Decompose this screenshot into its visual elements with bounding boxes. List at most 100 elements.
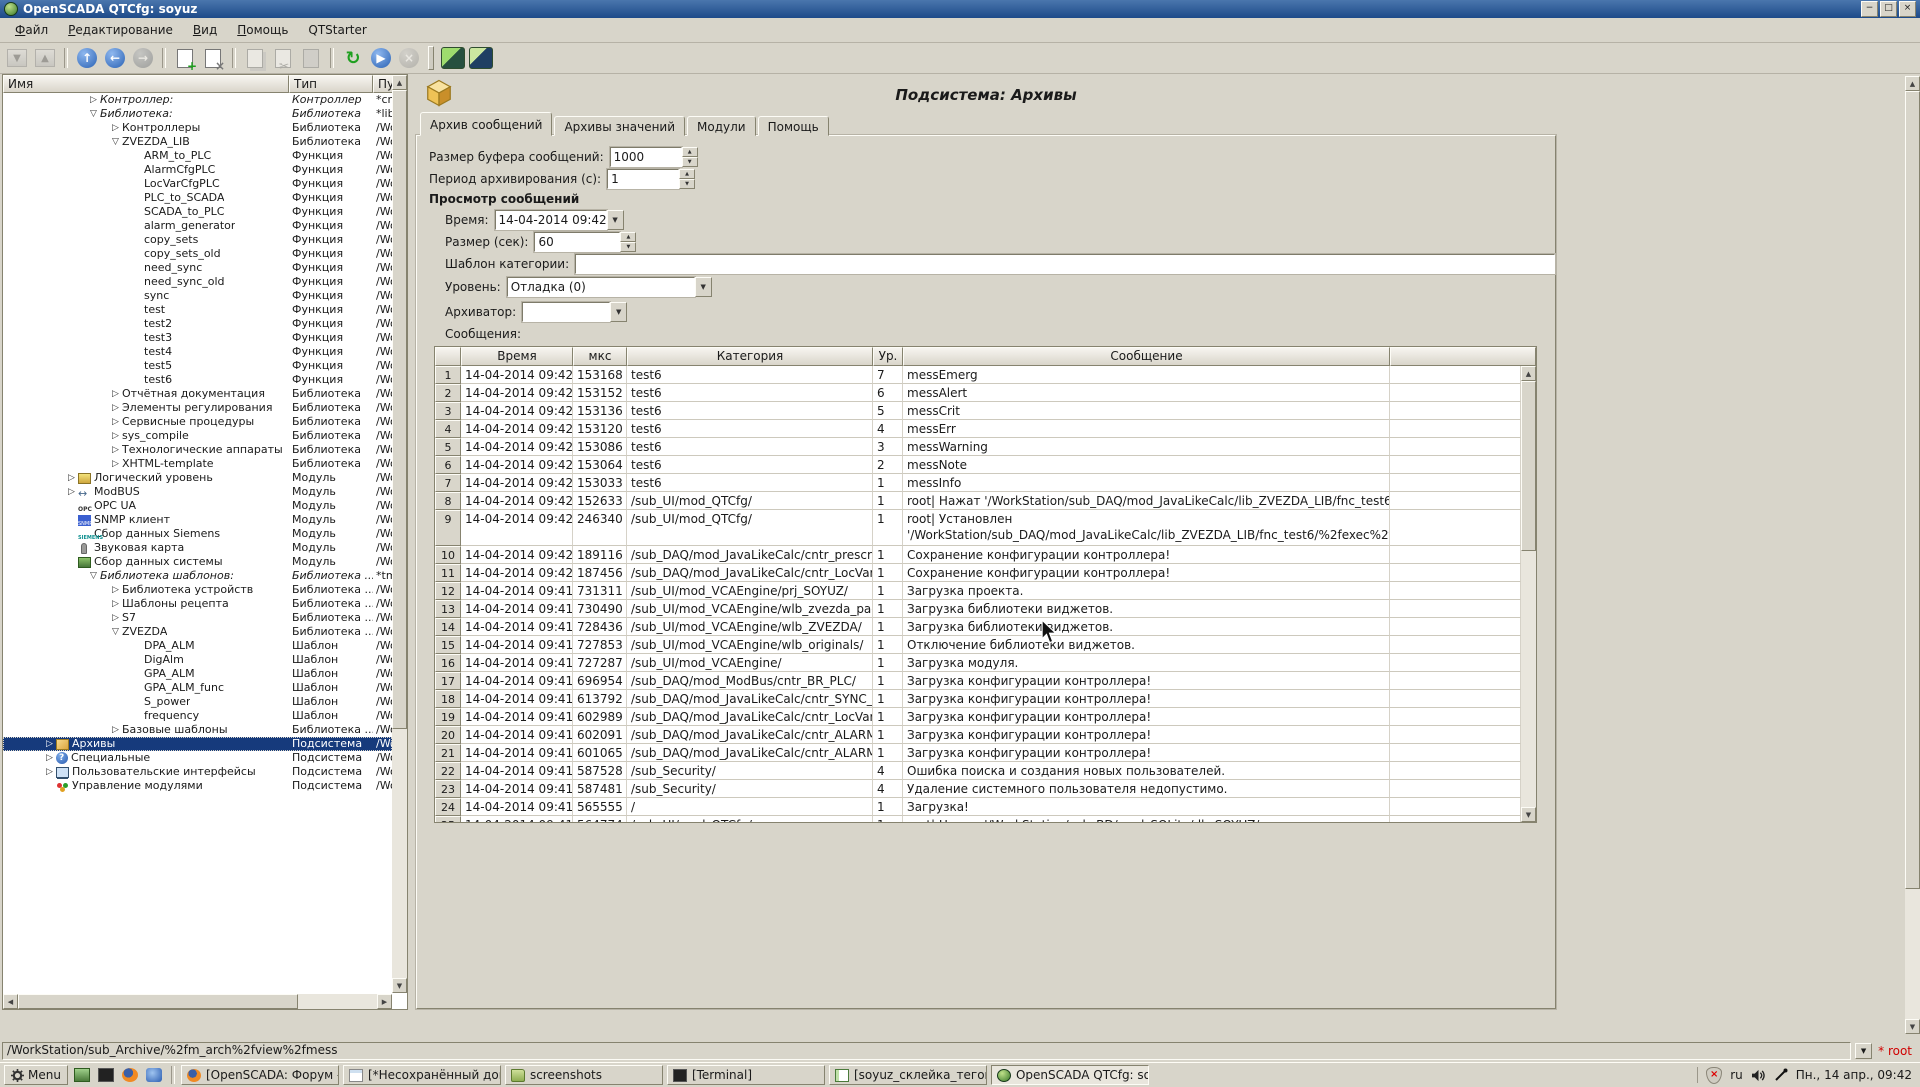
table-row[interactable]: 2314-04-2014 09:41:38587481/sub_Security… (435, 780, 1521, 798)
menu-item-qtstarter[interactable]: QTStarter (299, 20, 375, 40)
table-row[interactable]: 1514-04-2014 09:41:38727853/sub_UI/mod_V… (435, 636, 1521, 654)
table-row[interactable]: 814-04-2014 09:42:11152633/sub_UI/mod_QT… (435, 492, 1521, 510)
tree-item[interactable]: need_syncФункция/Wo (3, 261, 392, 275)
table-column-header[interactable]: Время (461, 347, 573, 366)
expand-arrow-icon[interactable]: ▷ (109, 583, 122, 597)
task-button[interactable]: screenshots (505, 1065, 663, 1085)
current-user-label[interactable]: * root (1876, 1044, 1918, 1058)
size-down-button[interactable]: ▼ (620, 242, 636, 252)
expand-arrow-icon[interactable]: ▷ (109, 401, 122, 415)
task-button[interactable]: [OpenSCADA: Форум - Мо... (181, 1065, 339, 1085)
expand-arrow-icon[interactable]: ▷ (109, 121, 122, 135)
window-titlebar[interactable]: OpenSCADA QTCfg: soyuz − □ × (0, 0, 1920, 18)
firefox-launcher[interactable] (119, 1065, 141, 1085)
tree-item[interactable]: LocVarCfgPLCФункция/Wo (3, 177, 392, 191)
up-button[interactable]: ↑ (74, 45, 100, 71)
table-scroll-down-button[interactable]: ▼ (1521, 807, 1536, 822)
table-row[interactable]: 2214-04-2014 09:41:38587528/sub_Security… (435, 762, 1521, 780)
tree-item[interactable]: ▽Библиотека шаблонов:Библиотека ...*tm (3, 569, 392, 583)
tree-item[interactable]: GPA_ALMШаблон/Wo (3, 667, 392, 681)
table-row[interactable]: 1214-04-2014 09:41:38731311/sub_UI/mod_V… (435, 582, 1521, 600)
collapse-arrow-icon[interactable]: ▽ (87, 569, 100, 583)
table-column-header[interactable]: мкс (573, 347, 627, 366)
tree-item[interactable]: OPC UAМодуль/Wo (3, 499, 392, 513)
table-row[interactable]: 214-04-2014 09:42:11153152test66messAler… (435, 384, 1521, 402)
item-remove-button[interactable]: × (200, 45, 226, 71)
page-vertical-scroll-thumb[interactable] (1905, 91, 1920, 889)
tree-item[interactable]: test3Функция/Wo (3, 331, 392, 345)
task-button[interactable]: OpenSCADA QTCfg: soyuz (991, 1065, 1149, 1085)
archiver-combobox[interactable]: ▼ (522, 302, 627, 322)
expand-arrow-icon[interactable]: ▷ (109, 443, 122, 457)
archive-period-down-button[interactable]: ▼ (679, 179, 695, 189)
close-button[interactable]: × (1899, 1, 1916, 17)
expand-arrow-icon[interactable]: ▷ (109, 611, 122, 625)
tree-item[interactable]: test2Функция/Wo (3, 317, 392, 331)
tree-item[interactable]: ARM_to_PLCФункция/Wo (3, 149, 392, 163)
tree-vertical-scrollbar[interactable] (392, 90, 407, 978)
table-row[interactable]: 2414-04-2014 09:41:38565555/1Загрузка! (435, 798, 1521, 816)
expand-arrow-icon[interactable]: ▷ (65, 485, 78, 499)
tree-scroll-left-button[interactable]: ◀ (3, 994, 18, 1009)
level-value[interactable]: Отладка (0) (507, 277, 695, 297)
tree-item[interactable]: ▽ZVEZDA_LIBБиблиотека/Wo (3, 135, 392, 149)
tree-item[interactable]: Сбор данных SiemensМодуль/Wo (3, 527, 392, 541)
tree-item[interactable]: ▷XHTML-templateБиблиотека/Wo (3, 457, 392, 471)
tree-item[interactable]: ▽Библиотека:Библиотека*lib (3, 107, 392, 121)
size-input[interactable]: 60 (534, 232, 620, 252)
tree-item[interactable]: frequencyШаблон/Wo (3, 709, 392, 723)
tree-item[interactable]: ▷СпециальныеПодсистема/Wo (3, 751, 392, 765)
tree-item[interactable]: ▷Элементы регулированияБиблиотека/Wo (3, 401, 392, 415)
table-column-header[interactable]: Сообщение (903, 347, 1390, 366)
task-button[interactable]: [Terminal] (667, 1065, 825, 1085)
tree-scroll-down-button[interactable]: ▼ (392, 978, 407, 993)
tree-column-type[interactable]: Тип (289, 75, 373, 93)
expand-arrow-icon[interactable]: ▷ (43, 751, 56, 765)
tree-item[interactable]: Сбор данных системыМодуль/Wo (3, 555, 392, 569)
category-template-input[interactable] (575, 254, 1555, 274)
buffer-size-down-button[interactable]: ▼ (682, 157, 698, 167)
minimize-button[interactable]: − (1861, 1, 1878, 17)
tree-item[interactable]: test5Функция/Wo (3, 359, 392, 373)
table-row[interactable]: 1114-04-2014 09:42:09187456/sub_DAQ/mod_… (435, 564, 1521, 582)
tab-модули[interactable]: Модули (687, 116, 756, 136)
time-dropdown-arrow-icon[interactable]: ▼ (607, 210, 624, 230)
item-add-button[interactable]: + (172, 45, 198, 71)
table-column-header[interactable]: Ур. (873, 347, 903, 366)
expand-arrow-icon[interactable]: ▷ (87, 93, 100, 107)
tree-item[interactable]: ▷Технологические аппаратыБиблиотека/Wo (3, 443, 392, 457)
tree-item[interactable]: SNMP клиентМодуль/Wo (3, 513, 392, 527)
tab-архив-сообщений[interactable]: Архив сообщений (420, 112, 552, 136)
archiver-value[interactable] (522, 302, 610, 322)
collapse-arrow-icon[interactable]: ▽ (87, 107, 100, 121)
table-scroll-up-button[interactable]: ▲ (1521, 366, 1536, 381)
tree-vertical-scroll-thumb[interactable] (392, 90, 407, 729)
tree-item[interactable]: SCADA_to_PLCФункция/Wo (3, 205, 392, 219)
update-shield-icon[interactable]: × (1706, 1067, 1722, 1084)
collapse-arrow-icon[interactable]: ▽ (109, 135, 122, 149)
task-button[interactable]: [soyuz_склейка_тегов.od... (829, 1065, 987, 1085)
table-row[interactable]: 1714-04-2014 09:41:38696954/sub_DAQ/mod_… (435, 672, 1521, 690)
expand-arrow-icon[interactable]: ▷ (65, 471, 78, 485)
table-row[interactable]: 714-04-2014 09:42:11153033test61messInfo (435, 474, 1521, 492)
vision-starter-button[interactable] (468, 45, 494, 71)
tree-item[interactable]: ▷Пользовательские интерфейсыПодсистема/W… (3, 765, 392, 779)
tree-item[interactable]: AlarmCfgPLCФункция/Wo (3, 163, 392, 177)
tree-item[interactable]: need_sync_oldФункция/Wo (3, 275, 392, 289)
tree-item[interactable]: testФункция/Wo (3, 303, 392, 317)
buffer-size-input[interactable]: 1000 (610, 147, 682, 167)
table-row[interactable]: 514-04-2014 09:42:11153086test63messWarn… (435, 438, 1521, 456)
table-row[interactable]: 1314-04-2014 09:41:38730490/sub_UI/mod_V… (435, 600, 1521, 618)
size-up-button[interactable]: ▲ (620, 232, 636, 242)
table-vertical-scroll-thumb[interactable] (1521, 381, 1536, 551)
page-vertical-scrollbar[interactable] (1905, 91, 1920, 1019)
screenshot-tool-launcher[interactable] (71, 1065, 93, 1085)
expand-arrow-icon[interactable]: ▷ (109, 429, 122, 443)
tree-item[interactable]: ▷Шаблоны рецептаБиблиотека .../Wo (3, 597, 392, 611)
user-dropdown-button[interactable]: ▼ (1855, 1043, 1872, 1059)
tree-scroll-up-button[interactable]: ▲ (392, 75, 407, 90)
tree-item[interactable]: ▷Логический уровеньМодуль/Wo (3, 471, 392, 485)
tree-item[interactable]: PLC_to_SCADAФункция/Wo (3, 191, 392, 205)
tree-item[interactable]: ▷S7Библиотека .../Wo (3, 611, 392, 625)
task-button[interactable]: [*Несохранённый докум... (343, 1065, 501, 1085)
